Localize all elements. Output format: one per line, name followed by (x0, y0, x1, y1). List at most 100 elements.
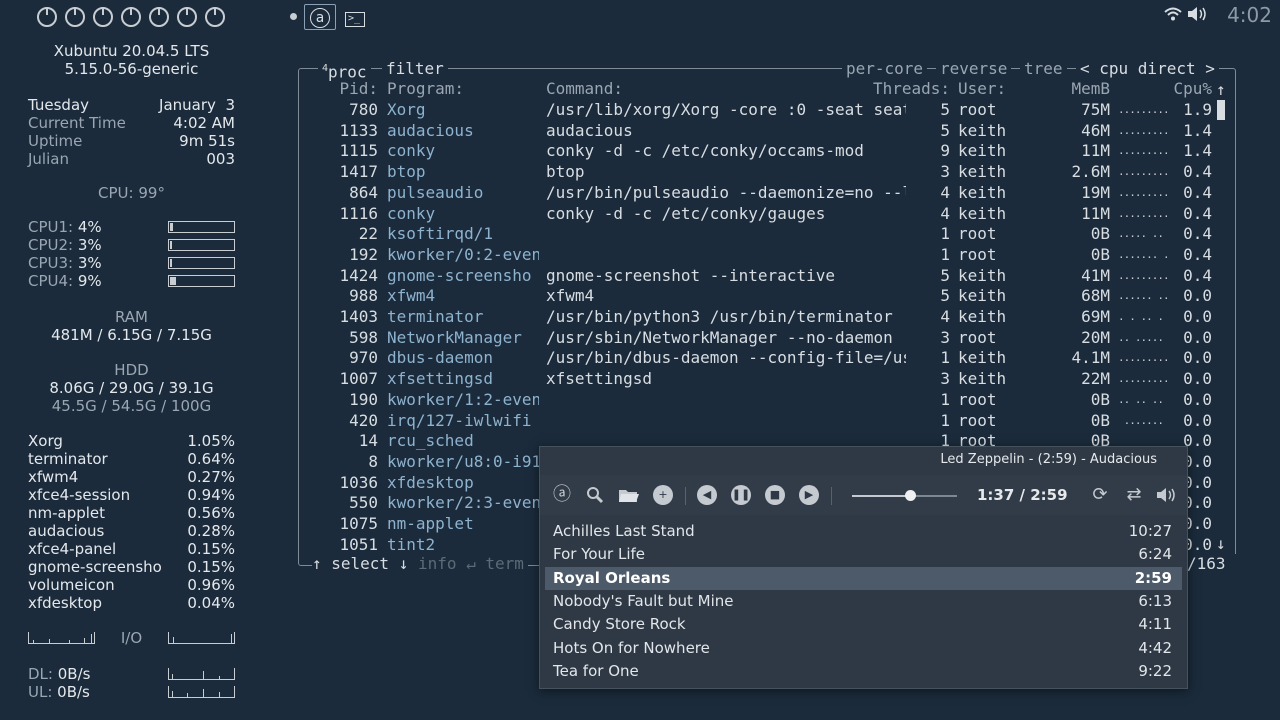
info-hint[interactable]: info ↵ (418, 554, 476, 573)
volume-icon[interactable] (1187, 6, 1209, 26)
workspace-6-icon[interactable] (177, 7, 197, 27)
per-core-toggle[interactable]: per-core (842, 59, 928, 79)
table-row[interactable]: 1403 terminator/usr/bin/python3 /usr/bin/… (298, 307, 1236, 327)
playlist[interactable]: Achilles Last Stand 10:27 For Your Life 6:2… (545, 520, 1182, 683)
program-cell: kworker/1:2-even (387, 389, 539, 409)
col-user[interactable]: User: (958, 79, 1018, 99)
cpu-value: 4% (77, 218, 102, 236)
terminate-hint[interactable]: term (485, 554, 524, 573)
table-row[interactable]: 988 xfwm4 xfwm4 5 keith 68M ...... .. 0.0 (298, 286, 1236, 306)
shuffle-icon[interactable]: ⇄ (1124, 485, 1144, 505)
pid-cell: 190 (349, 389, 378, 409)
pause-icon[interactable]: ❚❚ (731, 485, 751, 505)
table-row[interactable]: 1007 xfsettingsd xfsettingsd 3 keith 22M.....… (298, 369, 1236, 389)
mem-cell: 41M (1081, 265, 1110, 285)
cpu-cell: 0.4 (1183, 265, 1212, 285)
track-length: 9:22 (1138, 661, 1172, 680)
table-row[interactable]: 970 dbus-daemon/usr/bin/dbus-daemon --con… (298, 348, 1236, 368)
col-cpu[interactable]: Cpu% (1160, 79, 1212, 99)
volume-icon[interactable] (1156, 485, 1176, 505)
table-row[interactable]: 22 ksoftirqd/1 1 root 0B ..... .. 0.4 (298, 224, 1236, 244)
search-icon[interactable] (585, 485, 605, 505)
playlist-item[interactable]: Achilles Last Stand 10:27 (545, 520, 1182, 543)
audacious-menu-icon[interactable]: ⓐ (552, 485, 572, 505)
program-cell: xfdesktop (387, 472, 474, 492)
audacious-taskbar-icon[interactable]: a (304, 4, 336, 30)
playlist-item[interactable]: Tea for One 9:22 (545, 660, 1182, 683)
pid-cell: 8 (368, 451, 378, 471)
table-row[interactable]: 190 kworker/1:2-even 1 root 0B .. .. .. 0.0 (298, 390, 1236, 410)
time-value: 4:02 AM (173, 114, 235, 132)
program-cell: kworker/2:3-even (387, 493, 539, 513)
playlist-item[interactable]: Candy Store Rock 4:11 (545, 613, 1182, 636)
playlist-item[interactable]: For Your Life 6:24 (545, 543, 1182, 566)
cpu-graph-cell: ....... (1118, 413, 1164, 427)
audacious-window[interactable]: Led Zeppelin - (2:59) - Audacious ⓐ + ◀ … (539, 446, 1188, 689)
stop-icon[interactable]: ■ (765, 485, 785, 505)
date: January 3 (159, 96, 235, 114)
workspace-7-icon[interactable] (205, 7, 225, 27)
upload-graph (168, 686, 235, 698)
mem-cell: 11M (1081, 203, 1110, 223)
mem-cell: 20M (1081, 327, 1110, 347)
cpu-row: CPU3: 3% (28, 254, 235, 272)
table-row[interactable]: 1115 conky conky -d -c /etc/conky/occams-m… (298, 141, 1236, 161)
playlist-item[interactable]: Hots On for Nowhere 4:42 (545, 637, 1182, 660)
repeat-icon[interactable]: ⟳ (1090, 485, 1110, 505)
col-command[interactable]: Command: (546, 79, 696, 99)
table-row[interactable]: 598 NetworkManager/usr/sbin/NetworkManage… (298, 328, 1236, 348)
user-cell: keith (958, 162, 1007, 182)
open-folder-icon[interactable] (618, 485, 639, 505)
program-cell: nm-applet (387, 514, 474, 533)
command-cell: /usr/bin/python3 /usr/bin/terminator (546, 307, 893, 326)
pid-cell: 1115 (339, 141, 378, 161)
scroll-up-icon[interactable]: ↑ (1216, 80, 1226, 100)
threads-cell: 4 (940, 307, 950, 326)
table-row[interactable]: 780 Xorg/usr/lib/xorg/Xorg -core :0 -seat… (298, 100, 1236, 120)
table-row[interactable]: 864 pulseaudio/usr/bin/pulseaudio --daemo… (298, 183, 1236, 203)
proc-tab[interactable]: 4proc (318, 59, 371, 81)
cpu-list: CPU1: 4% CPU2: 3% CPU3: 3% CPU4: 9% (28, 218, 235, 290)
add-icon[interactable]: + (653, 485, 673, 505)
seek-slider-knob[interactable] (905, 490, 916, 501)
table-row[interactable]: 420 irq/127-iwlwifi 1 root 0B ....... 0.0 (298, 411, 1236, 431)
terminal-taskbar-icon[interactable]: >_ (339, 4, 371, 30)
select-hint[interactable]: ↑ select ↓ (312, 554, 408, 573)
col-pid[interactable]: Pid: (318, 79, 378, 99)
table-row[interactable]: 1116 conky conky -d -c /etc/conky/gauges 4 k… (298, 204, 1236, 224)
mem-cell: 0B (1090, 244, 1110, 264)
table-row[interactable]: 1417 btop btop 3 keith 2.6M.......... 0.4 (298, 162, 1236, 182)
scrollbar-thumb[interactable] (1217, 100, 1225, 120)
cpu-cell: 0.0 (1183, 369, 1212, 389)
reverse-toggle[interactable]: reverse (936, 59, 1012, 79)
playlist-item[interactable]: Nobody's Fault but Mine 6:13 (545, 590, 1182, 613)
cpu-value: 3% (77, 236, 102, 254)
threads-cell: 3 (940, 162, 950, 182)
mem-cell: 4.1M (1071, 348, 1110, 368)
clock[interactable]: 4:02 (1227, 3, 1272, 27)
program-cell: xfsettingsd (387, 369, 493, 389)
playlist-item[interactable]: Royal Orleans 2:59 (545, 566, 1182, 590)
tree-toggle[interactable]: tree (1020, 59, 1067, 79)
next-icon[interactable]: ▶ (799, 485, 819, 505)
threads-cell: 3 (940, 327, 950, 347)
table-row[interactable]: 1133 audacious audacious 5 keith 46M.........… (298, 121, 1236, 141)
workspace-5-icon[interactable] (149, 7, 169, 27)
user-cell: keith (958, 120, 1007, 140)
col-program[interactable]: Program: (387, 79, 537, 99)
filter-button[interactable]: filter (382, 59, 448, 79)
workspace-4-icon[interactable] (121, 7, 141, 27)
scroll-down-icon[interactable]: ↓ (1216, 534, 1226, 554)
workspace-2-icon[interactable] (65, 7, 85, 27)
process-row: xfdesktop 0.04% (28, 594, 235, 612)
toolbar-separator (685, 487, 686, 505)
sort-selector[interactable]: < cpu direct > (1076, 59, 1219, 79)
col-threads[interactable]: Threads: (858, 79, 950, 99)
table-row[interactable]: 1424 gnome-screensho gnome-screenshot --in… (298, 266, 1236, 286)
col-mem[interactable]: MemB (1048, 79, 1110, 99)
workspace-1-icon[interactable] (37, 7, 57, 27)
workspace-3-icon[interactable] (93, 7, 113, 27)
wifi-icon[interactable] (1164, 6, 1182, 26)
previous-icon[interactable]: ◀ (697, 485, 717, 505)
table-row[interactable]: 192 kworker/0:2-even 1 root 0B ....... . 0.4 (298, 245, 1236, 265)
